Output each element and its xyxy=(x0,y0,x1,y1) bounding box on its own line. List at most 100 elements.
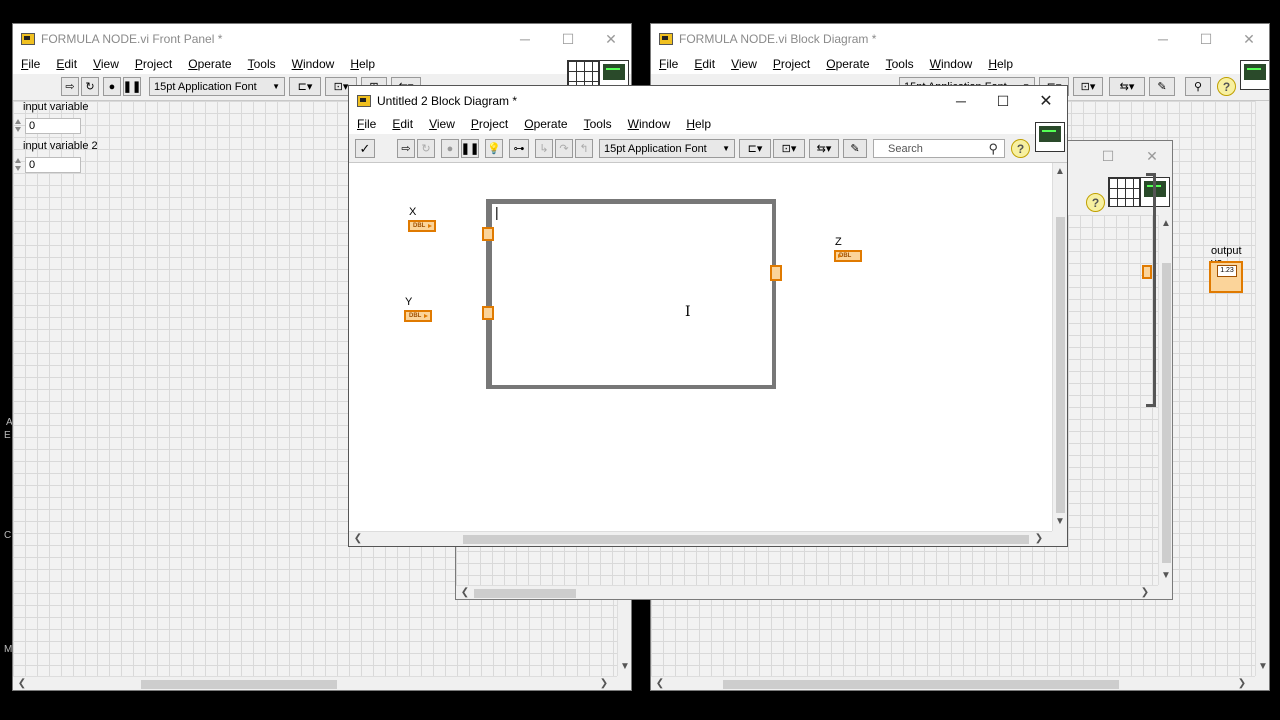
connector-pane-icon[interactable] xyxy=(1108,177,1140,207)
numeric-input-input-variable[interactable]: 0 xyxy=(25,118,81,134)
menu-tools[interactable]: Tools xyxy=(576,117,620,131)
minimize-icon[interactable]: ─ xyxy=(939,86,983,116)
formula-node-text-area[interactable]: | xyxy=(492,204,772,385)
reorder-icon[interactable]: ⇆▾ xyxy=(809,139,839,158)
formula-input-x[interactable] xyxy=(482,227,494,241)
scroll-right-icon[interactable]: ❯ xyxy=(1032,532,1046,546)
run-continuous-icon[interactable]: ↻ xyxy=(417,139,435,158)
run-continuous-icon[interactable]: ↻ xyxy=(81,77,99,96)
broken-run-check-icon[interactable]: ✓ xyxy=(355,139,375,158)
step-into-icon[interactable]: ↳ xyxy=(535,139,553,158)
menu-view[interactable]: View xyxy=(723,57,765,71)
maximize-icon[interactable]: ☐ xyxy=(546,24,590,54)
menu-edit[interactable]: Edit xyxy=(686,57,723,71)
menu-file[interactable]: File xyxy=(13,57,48,71)
menu-operate[interactable]: Operate xyxy=(516,117,575,131)
background-diagram-vscroll[interactable]: ▲ ▼ xyxy=(1158,215,1172,585)
increment-decrement-icon[interactable] xyxy=(13,118,23,134)
formula-input-y[interactable] xyxy=(482,306,494,320)
align-objects-icon[interactable]: ⊏▾ xyxy=(739,139,771,158)
scroll-right-icon[interactable]: ❯ xyxy=(1235,677,1249,690)
hscroll-thumb[interactable] xyxy=(463,535,1029,544)
menu-window[interactable]: Window xyxy=(922,57,981,71)
menu-window[interactable]: Window xyxy=(284,57,343,71)
maximize-icon[interactable]: ☐ xyxy=(1086,141,1130,171)
untitled-block-diagram-window[interactable]: Untitled 2 Block Diagram * ─ ☐ ✕ File Ed… xyxy=(348,85,1068,547)
close-icon[interactable]: ✕ xyxy=(589,24,631,54)
hscroll-thumb[interactable] xyxy=(141,680,337,689)
hscroll-thumb[interactable] xyxy=(723,680,1119,689)
menu-operate[interactable]: Operate xyxy=(818,57,877,71)
scroll-left-icon[interactable]: ❮ xyxy=(15,677,29,690)
menu-window[interactable]: Window xyxy=(620,117,679,131)
scroll-right-icon[interactable]: ❯ xyxy=(1138,586,1152,599)
untitled-diagram-canvas[interactable]: X DBL Y DBL Z DBL | I xyxy=(349,163,1052,531)
scroll-down-icon[interactable]: ▼ xyxy=(618,660,631,674)
scroll-up-icon[interactable]: ▲ xyxy=(1053,165,1067,179)
vi-icon[interactable] xyxy=(1035,122,1065,152)
control-terminal-y[interactable]: DBL xyxy=(404,310,432,322)
untitled-diagram-hscroll[interactable]: ❮ ❯ xyxy=(349,531,1052,546)
minimize-icon[interactable]: ─ xyxy=(1141,24,1185,54)
front-panel-hscroll[interactable]: ❮ ❯ xyxy=(13,676,617,690)
step-over-icon[interactable]: ↷ xyxy=(555,139,573,158)
formula-node[interactable]: | xyxy=(482,199,782,389)
run-arrow-icon[interactable]: ⇨ xyxy=(397,139,415,158)
pause-icon[interactable]: ❚❚ xyxy=(461,139,479,158)
close-icon[interactable]: ✕ xyxy=(1024,86,1067,116)
scroll-up-icon[interactable]: ▲ xyxy=(1159,217,1172,231)
menu-help[interactable]: Help xyxy=(980,57,1021,71)
search-icon[interactable]: ⚲ xyxy=(1185,77,1211,96)
align-objects-icon[interactable]: ⊏▾ xyxy=(289,77,321,96)
main-diagram-vscroll[interactable]: ▼ xyxy=(1255,101,1269,676)
menu-file[interactable]: File xyxy=(349,117,384,131)
increment-decrement-icon[interactable] xyxy=(13,157,23,173)
help-icon[interactable]: ? xyxy=(1011,139,1030,158)
vi-icon[interactable] xyxy=(1240,60,1269,90)
menu-edit[interactable]: Edit xyxy=(384,117,421,131)
maximize-icon[interactable]: ☐ xyxy=(981,86,1025,116)
highlight-execution-icon[interactable]: 💡 xyxy=(485,139,503,158)
menu-view[interactable]: View xyxy=(421,117,463,131)
help-icon[interactable]: ? xyxy=(1217,77,1236,96)
maximize-icon[interactable]: ☐ xyxy=(1184,24,1228,54)
indicator-terminal-z[interactable]: DBL xyxy=(834,250,862,262)
menu-help[interactable]: Help xyxy=(678,117,719,131)
menu-tools[interactable]: Tools xyxy=(240,57,284,71)
scroll-left-icon[interactable]: ❮ xyxy=(351,532,365,546)
menu-project[interactable]: Project xyxy=(463,117,516,131)
cleanup-diagram-icon[interactable]: ✎ xyxy=(843,139,867,158)
font-selector[interactable]: 15pt Application Font ▼ xyxy=(599,139,735,158)
distribute-objects-icon[interactable]: ⊡▾ xyxy=(773,139,805,158)
retain-wire-values-icon[interactable]: ⊶ xyxy=(509,139,529,158)
menu-edit[interactable]: Edit xyxy=(48,57,85,71)
control-terminal-x[interactable]: DBL xyxy=(408,220,436,232)
search-icon[interactable]: ⚲ xyxy=(988,141,998,157)
run-arrow-icon[interactable]: ⇨ xyxy=(61,77,79,96)
menu-file[interactable]: File xyxy=(651,57,686,71)
scroll-down-icon[interactable]: ▼ xyxy=(1159,569,1172,583)
menu-project[interactable]: Project xyxy=(127,57,180,71)
scroll-down-icon[interactable]: ▼ xyxy=(1053,515,1067,529)
help-icon[interactable]: ? xyxy=(1086,193,1105,212)
scroll-left-icon[interactable]: ❮ xyxy=(458,586,472,599)
step-out-icon[interactable]: ↰ xyxy=(575,139,593,158)
untitled-diagram-vscroll[interactable]: ▲ ▼ xyxy=(1052,163,1067,531)
menu-tools[interactable]: Tools xyxy=(878,57,922,71)
menu-project[interactable]: Project xyxy=(765,57,818,71)
reorder-icon[interactable]: ⇆▾ xyxy=(1109,77,1145,96)
pause-icon[interactable]: ❚❚ xyxy=(123,77,141,96)
close-icon[interactable]: ✕ xyxy=(1227,24,1269,54)
scroll-right-icon[interactable]: ❯ xyxy=(597,677,611,690)
main-diagram-hscroll[interactable]: ❮ ❯ xyxy=(651,676,1255,690)
hscroll-thumb[interactable] xyxy=(474,589,576,598)
scroll-down-icon[interactable]: ▼ xyxy=(1256,660,1269,674)
close-icon[interactable]: ✕ xyxy=(1130,141,1172,171)
menu-operate[interactable]: Operate xyxy=(180,57,239,71)
abort-icon[interactable]: ● xyxy=(441,139,459,158)
vscroll-thumb[interactable] xyxy=(1162,263,1171,563)
distribute-objects-icon[interactable]: ⊡▾ xyxy=(1073,77,1103,96)
search-field[interactable]: Search ⚲ xyxy=(873,139,1005,158)
font-selector[interactable]: 15pt Application Font ▼ xyxy=(149,77,285,96)
scroll-left-icon[interactable]: ❮ xyxy=(653,677,667,690)
